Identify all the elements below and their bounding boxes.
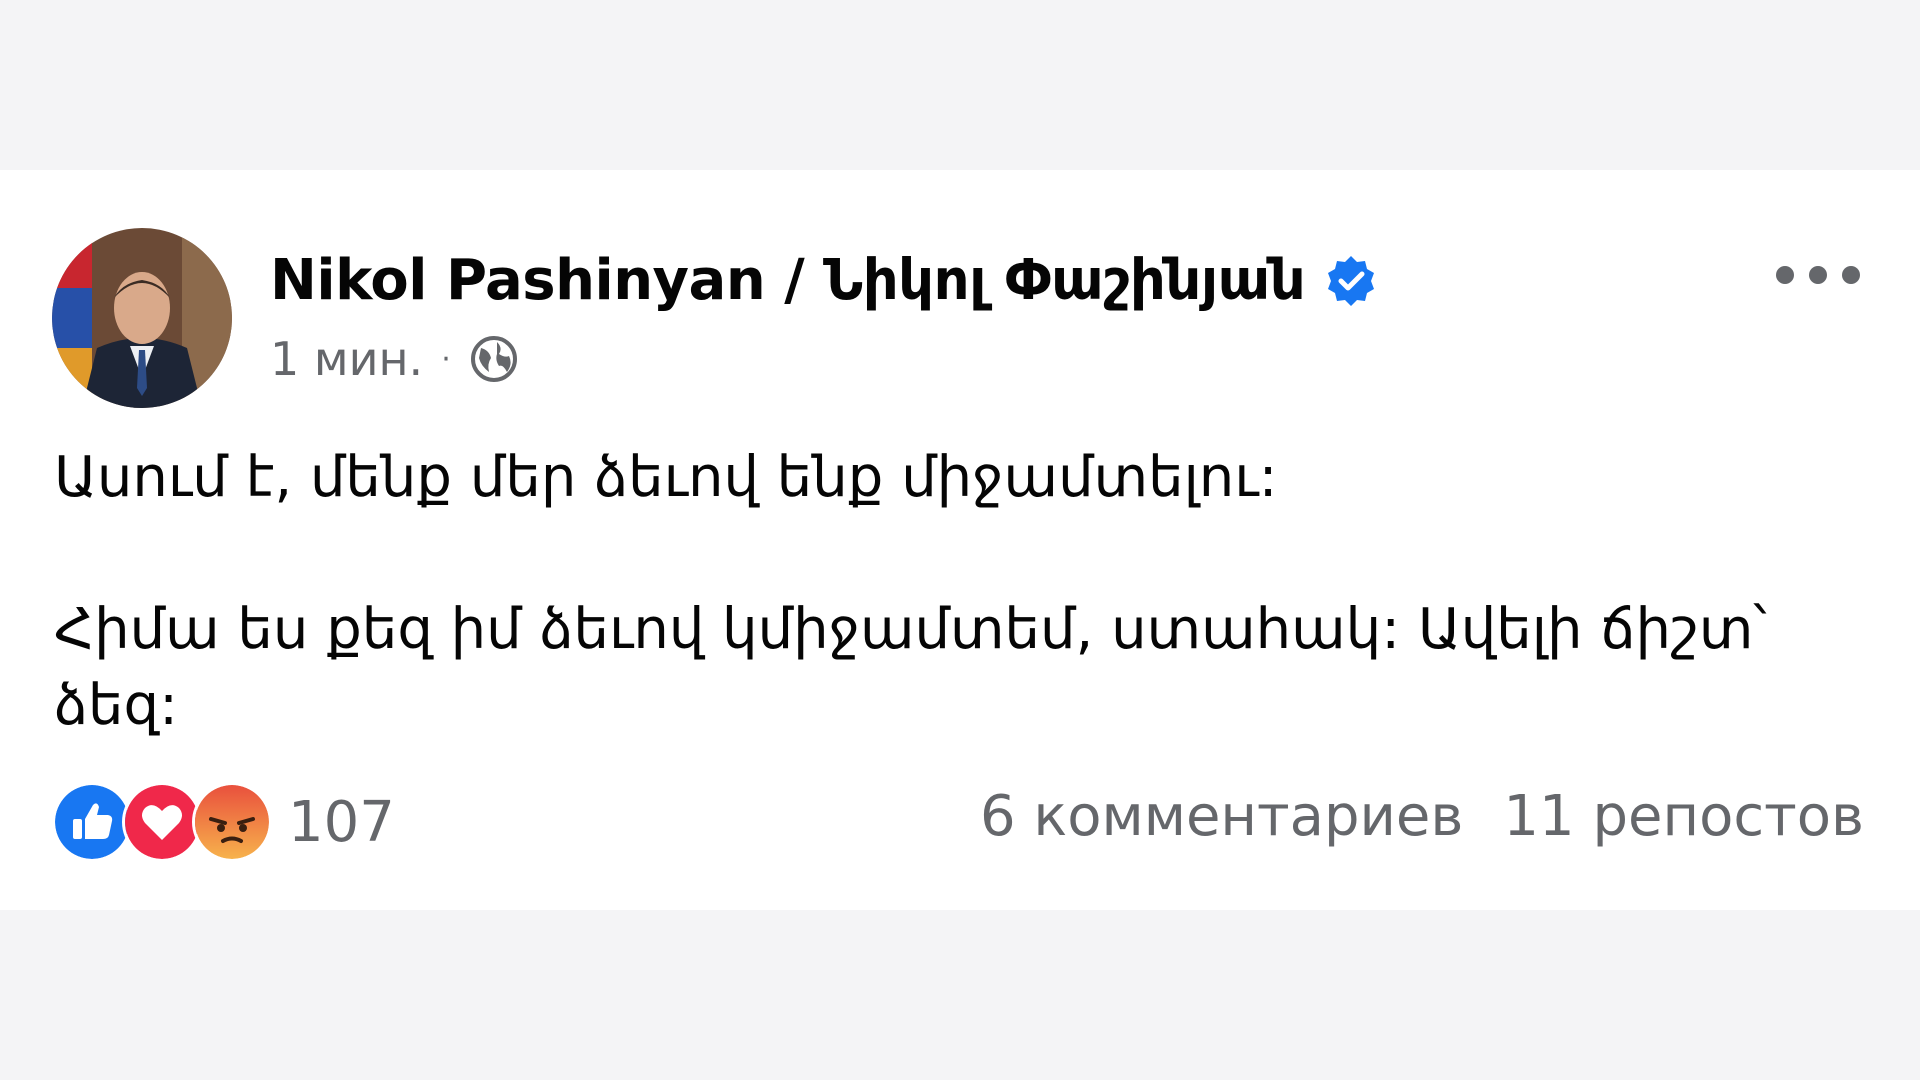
- like-icon: [52, 782, 132, 862]
- post-timestamp[interactable]: 1 мин.: [270, 332, 423, 386]
- reaction-icons: [52, 782, 272, 862]
- post-meta: 1 мин. ·: [270, 332, 519, 386]
- post-paragraph: Ասում է, մենք մեր ձեւով ենք միջամտելու:: [54, 445, 1278, 510]
- post-paragraph: Հիմա ես քեզ իմ ձեւով կմիջամտեմ, ստահակ: …: [54, 597, 1767, 738]
- love-icon: [122, 782, 202, 862]
- meta-separator: ·: [441, 341, 451, 377]
- comments-count[interactable]: 6 комментариев: [980, 784, 1463, 849]
- author-avatar[interactable]: [52, 228, 232, 408]
- engagement-summary: 6 комментариев 11 репостов: [980, 784, 1864, 849]
- author-name[interactable]: Nikol Pashinyan / Նիկոլ Փաշինյան: [270, 248, 1379, 313]
- globe-icon[interactable]: [469, 334, 519, 384]
- more-options-button[interactable]: [1776, 250, 1860, 300]
- more-dot-icon: [1776, 266, 1794, 284]
- post-text: Ասում է, մենք մեր ձեւով ենք միջամտելու: …: [54, 440, 1854, 744]
- reactions-summary[interactable]: 107: [52, 782, 395, 862]
- author-name-text[interactable]: Nikol Pashinyan / Նիկոլ Փաշինյան: [270, 248, 1306, 313]
- more-dot-icon: [1809, 266, 1827, 284]
- post-card: Nikol Pashinyan / Նիկոլ Փաշինյան 1 мин. …: [0, 170, 1920, 910]
- shares-count[interactable]: 11 репостов: [1503, 784, 1864, 849]
- reaction-count[interactable]: 107: [288, 790, 395, 855]
- angry-icon: [192, 782, 272, 862]
- verified-badge-icon: [1323, 253, 1379, 309]
- more-dot-icon: [1842, 266, 1860, 284]
